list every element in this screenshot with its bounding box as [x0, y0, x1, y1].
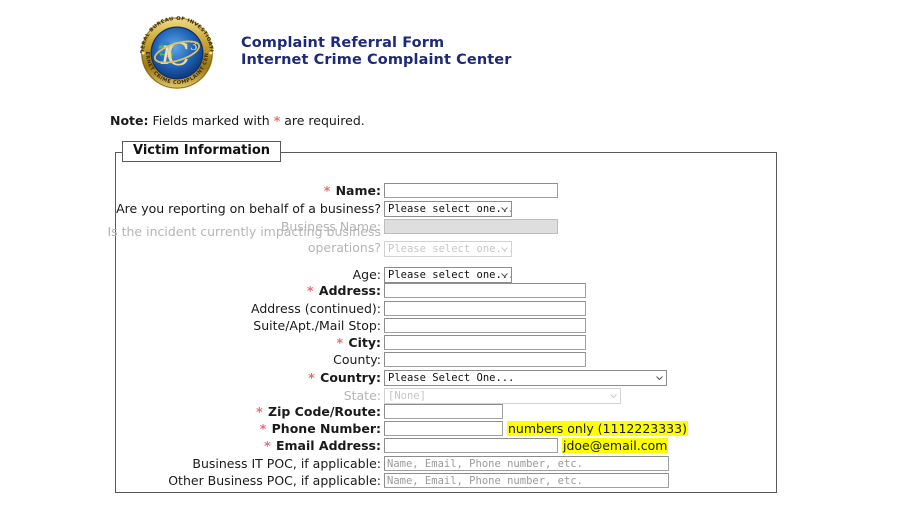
required-asterisk-icon: * — [256, 404, 263, 419]
label-address-continued: Address (continued): — [251, 301, 381, 317]
label-other-business-poc: Other Business POC, if applicable: — [168, 473, 381, 489]
chevron-down-icon — [501, 247, 508, 251]
label-text: Suite/Apt./Mail Stop: — [253, 318, 381, 333]
label-text: City: — [348, 335, 381, 350]
label-text: Is the incident currently impacting busi… — [107, 224, 381, 255]
input-county[interactable] — [384, 352, 586, 367]
chevron-down-icon — [501, 207, 508, 211]
required-asterisk-icon: * — [259, 421, 267, 436]
input-address-continued[interactable] — [384, 301, 586, 316]
label-business-it-poc: Business IT POC, if applicable: — [192, 456, 381, 472]
form-row-on-behalf-of-business: Are you reporting on behalf of a busines… — [115, 201, 777, 218]
form-row-country: * Country: Please Select One... — [115, 370, 777, 387]
input-other-business-poc[interactable] — [384, 473, 669, 488]
form-row-address: * Address: — [115, 283, 777, 300]
input-address[interactable] — [384, 283, 586, 298]
label-country: * Country: — [308, 370, 381, 386]
select-value: Please select one... — [388, 269, 512, 281]
label-email-address: * Email Address: — [264, 438, 381, 454]
label-address: * Address: — [307, 283, 381, 299]
form-row-age: Age: Please select one... — [115, 267, 777, 284]
label-text: Name: — [335, 183, 381, 198]
chevron-down-icon — [610, 394, 617, 398]
label-city: * City: — [337, 335, 382, 351]
label-text: Age: — [352, 267, 381, 282]
label-state: State: — [344, 388, 381, 404]
form-row-suite-apt-mail-stop: Suite/Apt./Mail Stop: — [115, 318, 777, 335]
form-row-address-continued: Address (continued): — [115, 301, 777, 318]
select-value: Please select one... — [388, 243, 512, 255]
form-row-impacting-business-operations: Is the incident currently impacting busi… — [107, 224, 777, 258]
form-row-email-address: * Email Address: jdoe@email.com — [115, 438, 777, 455]
victim-information-legend: Victim Information — [122, 141, 282, 162]
input-email-address[interactable] — [384, 438, 558, 453]
select-value: Please Select One... — [388, 372, 515, 384]
required-asterisk-icon: * — [336, 335, 344, 350]
hint-email-address: jdoe@email.com — [562, 438, 669, 453]
label-on-behalf-of-business: Are you reporting on behalf of a busines… — [116, 201, 381, 217]
label-zip-code-route: * Zip Code/Route: — [256, 404, 381, 420]
input-name[interactable] — [384, 183, 558, 198]
input-business-it-poc[interactable] — [384, 456, 669, 471]
label-text: Phone Number: — [271, 421, 381, 436]
label-impacting-business-operations: Is the incident currently impacting busi… — [61, 224, 381, 256]
note-text-before: Fields marked with — [148, 113, 274, 128]
required-asterisk-icon: * — [323, 183, 331, 198]
page-header: FEDERAL BUREAU OF INVESTIGATION INTERNET… — [0, 0, 900, 100]
form-row-county: County: — [115, 352, 777, 369]
required-asterisk-icon: * — [308, 370, 315, 385]
form-row-phone-number: * Phone Number: numbers only (1112223333) — [115, 421, 777, 438]
required-asterisk-icon: * — [307, 283, 314, 298]
select-impacting-business-operations: Please select one... — [384, 241, 512, 257]
form-row-other-business-poc: Other Business POC, if applicable: — [115, 473, 777, 490]
select-age[interactable]: Please select one... — [384, 267, 512, 283]
note-text-after: are required. — [280, 113, 365, 128]
select-on-behalf-of-business[interactable]: Please select one... — [384, 201, 512, 217]
page-title-line-1: Complaint Referral Form — [241, 35, 445, 51]
form-row-city: * City: — [115, 335, 777, 352]
label-text: County: — [333, 352, 381, 367]
label-text: Email Address: — [275, 438, 381, 453]
required-asterisk-icon: * — [264, 438, 271, 453]
label-text: Other Business POC, if applicable: — [168, 473, 381, 488]
input-suite-apt-mail-stop[interactable] — [384, 318, 586, 333]
select-value: Please select one... — [388, 203, 512, 215]
page-title: Complaint Referral Form Internet Crime C… — [241, 35, 511, 69]
page-title-line-2: Internet Crime Complaint Center — [241, 52, 512, 68]
chevron-down-icon — [656, 376, 663, 380]
form-row-zip-code-route: * Zip Code/Route: — [115, 404, 777, 421]
select-country[interactable]: Please Select One... — [384, 370, 667, 386]
label-text: Are you reporting on behalf of a busines… — [116, 201, 381, 216]
input-phone-number[interactable] — [384, 421, 503, 436]
hint-phone-number: numbers only (1112223333) — [507, 421, 688, 436]
input-zip-code-route[interactable] — [384, 404, 503, 419]
label-name: * Name: — [324, 183, 381, 199]
ic3-fbi-seal-icon: FEDERAL BUREAU OF INVESTIGATION INTERNET… — [134, 16, 220, 90]
select-value: [None] — [388, 390, 426, 402]
select-state: [None] — [384, 388, 621, 404]
label-age: Age: — [353, 267, 381, 283]
form-row-state: State: [None] — [115, 388, 777, 405]
note-prefix: Note: — [110, 113, 149, 128]
input-city[interactable] — [384, 335, 586, 350]
label-text: Zip Code/Route: — [268, 404, 381, 419]
input-business-name — [384, 219, 558, 234]
label-county: County: — [333, 352, 381, 368]
label-text: Business IT POC, if applicable: — [192, 456, 381, 471]
label-phone-number: * Phone Number: — [260, 421, 381, 437]
label-text: State: — [343, 388, 381, 403]
label-suite-apt-mail-stop: Suite/Apt./Mail Stop: — [253, 318, 381, 334]
form-row-business-it-poc: Business IT POC, if applicable: — [115, 456, 777, 473]
label-text: Address (continued): — [250, 301, 381, 316]
form-row-name: * Name: — [115, 183, 777, 200]
required-fields-note: Note: Fields marked with * are required. — [110, 113, 365, 128]
label-text: Country: — [320, 370, 381, 385]
chevron-down-icon — [501, 273, 508, 277]
label-text: Address: — [318, 283, 381, 298]
